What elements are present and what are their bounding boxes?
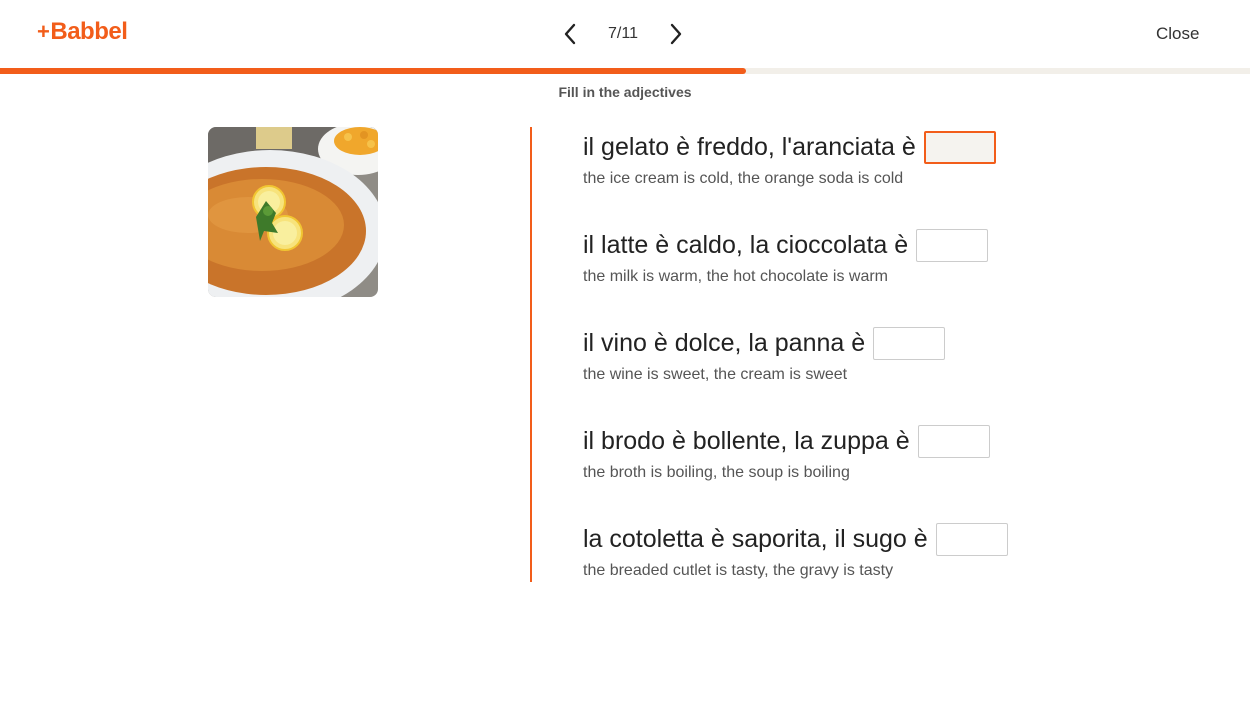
progress-bar [0,68,1250,74]
exercise-navigation: 7/11 [558,18,688,50]
chevron-right-icon [670,23,682,45]
previous-button[interactable] [558,18,582,50]
answer-blank[interactable] [935,522,1008,556]
exercise-item: il vino è dolce, la panna è the wine is … [583,323,1203,421]
exercise-item: il brodo è bollente, la zuppa è the brot… [583,421,1203,519]
sentence-text: il vino è dolce, la panna è [583,328,866,357]
sentence-text: il brodo è bollente, la zuppa è [583,426,910,455]
answer-blank[interactable] [923,130,996,164]
exercise-item: la cotoletta è saporita, il sugo è the b… [583,519,1203,617]
cutlet-image [208,127,378,297]
answer-blank[interactable] [917,424,990,458]
translation-text: the breaded cutlet is tasty, the gravy i… [583,562,894,579]
answer-blank[interactable] [873,326,946,360]
progress-bar-fill [0,68,747,74]
babbel-logo[interactable]: + Babbel [37,18,128,46]
sentence-text: la cotoletta è saporita, il sugo è [583,524,928,553]
translation-text: the ice cream is cold, the orange soda i… [583,170,904,187]
logo-plus-icon: + [37,19,50,44]
answer-blank[interactable] [916,228,989,262]
sentence-text: il gelato è freddo, l'aranciata è [583,132,916,161]
next-button[interactable] [664,18,688,50]
translation-text: the wine is sweet, the cream is sweet [583,366,848,383]
translation-text: the broth is boiling, the soup is boilin… [583,464,850,481]
progress-counter: 7/11 [608,25,638,42]
lesson-page: + Babbel 7/11 Close Fill in the adjective… [0,0,1250,703]
vertical-divider [530,127,532,582]
sentence-text: il latte è caldo, la cioccolata è [583,230,909,259]
chevron-left-icon [564,23,576,45]
logo-text: Babbel [50,18,128,45]
exercise-item: il gelato è freddo, l'aranciata è the ic… [583,127,1203,225]
header: + Babbel 7/11 Close [0,0,1250,68]
exercise-instruction: Fill in the adjectives [558,84,692,100]
exercise-items: il gelato è freddo, l'aranciata è the ic… [583,127,1203,617]
exercise-item: il latte è caldo, la cioccolata è the mi… [583,225,1203,323]
translation-text: the milk is warm, the hot chocolate is w… [583,268,888,285]
close-button[interactable]: Close [1156,24,1199,44]
